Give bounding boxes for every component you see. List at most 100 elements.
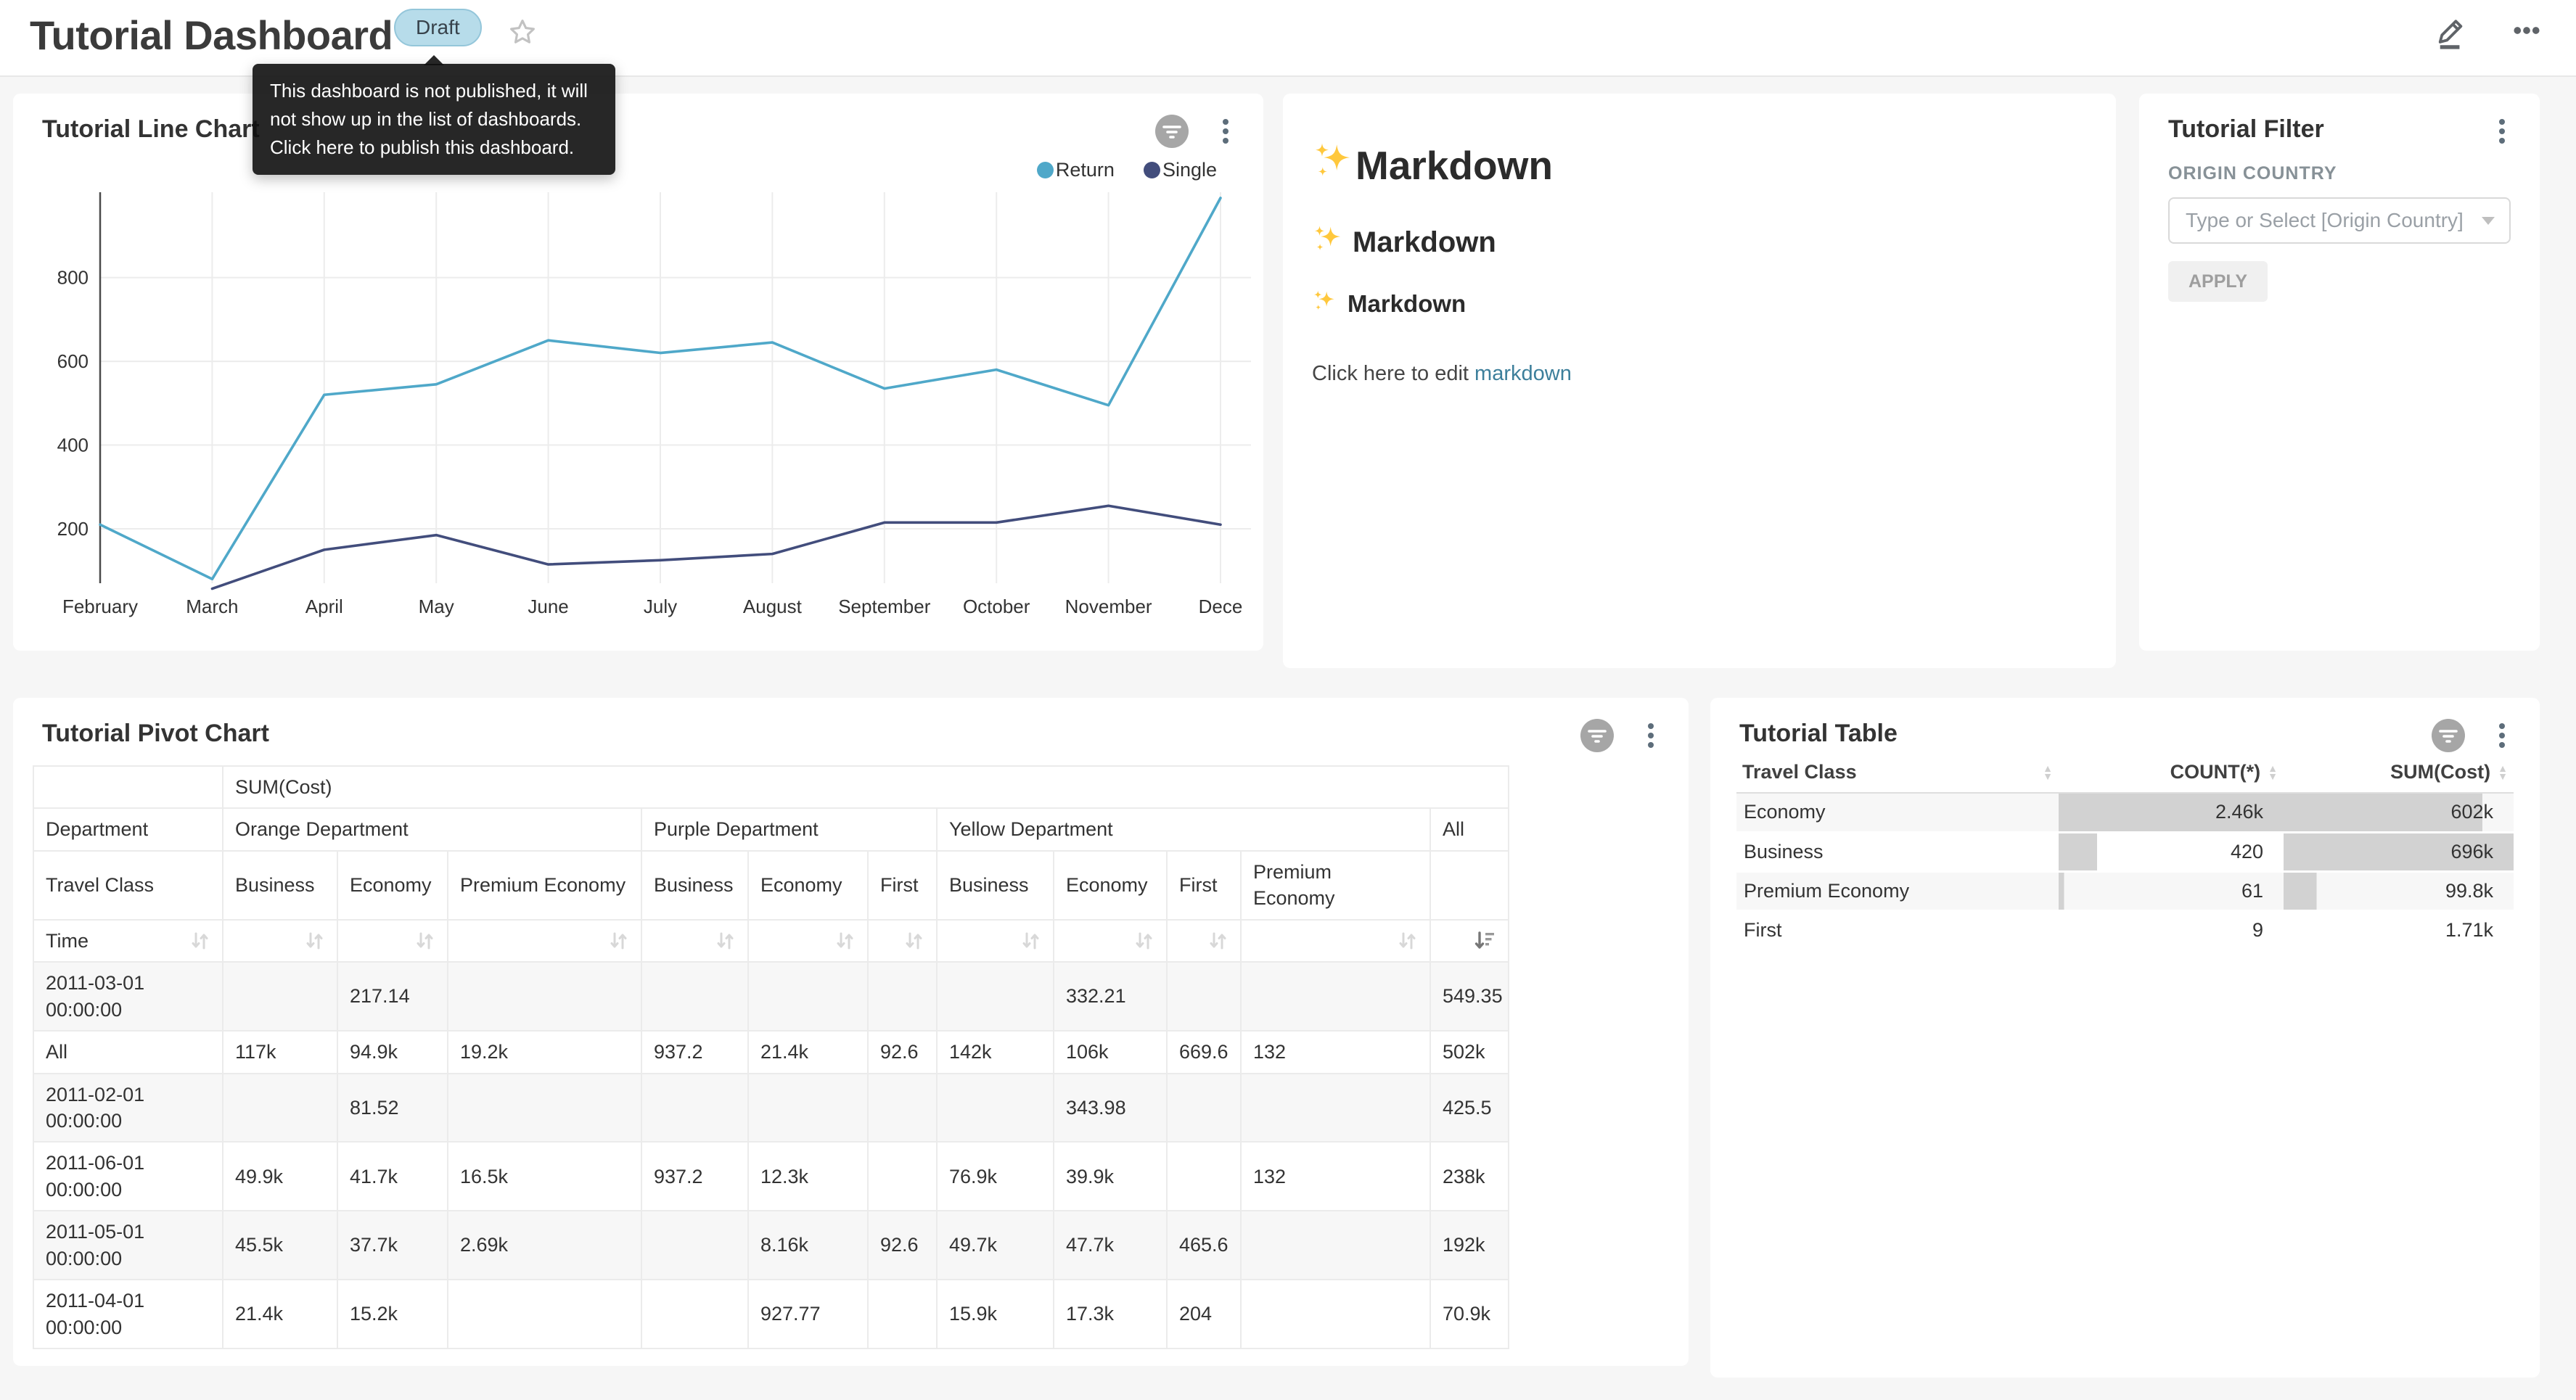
pivot-cell <box>641 1211 748 1280</box>
pivot-cell: 19.2k <box>448 1031 641 1073</box>
origin-country-select[interactable]: Type or Select [Origin Country] <box>2168 197 2511 244</box>
pivot-cell <box>937 1074 1054 1142</box>
pivot-class-header: Premium Economy <box>448 851 641 920</box>
edit-markdown-link[interactable]: markdown <box>1474 362 1572 385</box>
draft-status-badge[interactable]: Draft <box>394 9 482 46</box>
pivot-cell <box>641 962 748 1031</box>
pivot-time-row-label: Time <box>33 920 223 962</box>
pivot-cell: 117k <box>223 1031 337 1073</box>
pivot-cell: 47.7k <box>1054 1211 1167 1280</box>
filter-badge-icon[interactable] <box>1577 715 1617 756</box>
legend-item-return[interactable]: Return <box>1037 159 1115 181</box>
column-sorter-icon[interactable]: ▲▼ <box>2498 765 2508 781</box>
pivot-class-header: First <box>868 851 937 920</box>
pivot-class-header <box>1430 851 1509 920</box>
column-header-travel-class[interactable]: Travel Class▲▼ <box>1736 752 2059 793</box>
sort-icon[interactable] <box>834 931 856 951</box>
svg-text:400: 400 <box>57 435 89 456</box>
pivot-cell <box>223 962 337 1031</box>
pivot-sort-cell <box>1430 920 1509 962</box>
table-card-title: Tutorial Table <box>1739 720 1898 748</box>
markdown-h2-text: Markdown <box>1353 226 1496 259</box>
travel-class-cell: Business <box>1736 832 2059 871</box>
sort-icon[interactable] <box>189 931 210 951</box>
kebab-menu-icon[interactable] <box>2482 715 2522 756</box>
pivot-cell: 937.2 <box>641 1142 748 1211</box>
pivot-sort-cell <box>1167 920 1241 962</box>
pivot-sort-cell <box>1241 920 1430 962</box>
sparkles-icon <box>1312 289 1339 318</box>
pivot-cell: 21.4k <box>223 1280 337 1348</box>
sort-icon[interactable] <box>1396 931 1418 951</box>
table-row: Economy 2.46k 602k <box>1736 793 2514 832</box>
pivot-cell <box>223 1074 337 1142</box>
table-card: Tutorial Table Travel Class▲▼ COUNT(*)▲▼… <box>1710 698 2540 1378</box>
pivot-corner-cell <box>33 766 223 808</box>
pivot-class-row-label: Travel Class <box>33 851 223 920</box>
table-header-row: Travel Class▲▼ COUNT(*)▲▼ SUM(Cost)▲▼ <box>1736 752 2514 793</box>
pivot-data-row: All117k94.9k19.2k937.221.4k92.6142k106k6… <box>33 1031 1509 1073</box>
pivot-chart-title: Tutorial Pivot Chart <box>42 720 269 748</box>
pivot-cell: 49.9k <box>223 1142 337 1211</box>
edit-dashboard-icon[interactable] <box>2431 10 2472 51</box>
sort-descending-icon[interactable] <box>1473 931 1496 951</box>
sort-icon[interactable] <box>1133 931 1154 951</box>
legend-item-single[interactable]: Single <box>1144 159 1217 181</box>
sort-icon[interactable] <box>903 931 924 951</box>
pivot-cell: 343.98 <box>1054 1074 1167 1142</box>
more-options-icon[interactable] <box>2506 10 2547 51</box>
tooltip-line: This dashboard is not published, it will <box>270 77 598 105</box>
pivot-cell: 37.7k <box>337 1211 448 1280</box>
publish-tooltip: This dashboard is not published, it will… <box>253 64 615 175</box>
column-header-sum-cost[interactable]: SUM(Cost)▲▼ <box>2284 752 2514 793</box>
pivot-data-row: 2011-04-01 00:00:0021.4k15.2k927.7715.9k… <box>33 1280 1509 1348</box>
column-sorter-icon[interactable]: ▲▼ <box>2043 765 2053 781</box>
legend-label: Return <box>1056 159 1115 181</box>
count-cell: 420 <box>2059 832 2284 871</box>
pivot-cell: 204 <box>1167 1280 1241 1348</box>
pivot-cell: 8.16k <box>748 1211 868 1280</box>
pivot-cell: 17.3k <box>1054 1280 1167 1348</box>
pivot-cell: 39.9k <box>1054 1142 1167 1211</box>
pivot-class-header: First <box>1167 851 1241 920</box>
pivot-cell: 15.2k <box>337 1280 448 1348</box>
markdown-h1-text: Markdown <box>1355 142 1553 189</box>
pivot-cell: 927.77 <box>748 1280 868 1348</box>
pivot-cell <box>448 1280 641 1348</box>
sort-icon[interactable] <box>1020 931 1041 951</box>
pivot-cell <box>748 1074 868 1142</box>
column-sorter-icon[interactable]: ▲▼ <box>2268 765 2278 781</box>
legend-label: Single <box>1162 159 1217 181</box>
sort-icon[interactable] <box>714 931 736 951</box>
svg-text:July: July <box>644 596 677 617</box>
sort-icon[interactable] <box>1207 931 1228 951</box>
pivot-cell: 332.21 <box>1054 962 1167 1031</box>
filter-badge-icon[interactable] <box>2428 715 2469 756</box>
svg-text:200: 200 <box>57 518 89 540</box>
pivot-sort-cell <box>868 920 937 962</box>
count-cell: 61 <box>2059 871 2284 910</box>
pivot-cell: 21.4k <box>748 1031 868 1073</box>
tooltip-arrow <box>424 55 444 65</box>
pivot-cell: 142k <box>937 1031 1054 1073</box>
pivot-data-row: 2011-02-01 00:00:0081.52343.98425.5 <box>33 1074 1509 1142</box>
pivot-cell <box>641 1074 748 1142</box>
sum-cell: 1.71k <box>2284 910 2514 950</box>
kebab-menu-icon[interactable] <box>1630 715 1671 756</box>
pivot-row-label: 2011-03-01 00:00:00 <box>33 962 223 1031</box>
sort-icon[interactable] <box>607 931 629 951</box>
favorite-star-icon[interactable] <box>502 12 543 52</box>
svg-text:800: 800 <box>57 267 89 289</box>
sort-icon[interactable] <box>414 931 435 951</box>
apply-filter-button[interactable]: APPLY <box>2168 261 2268 302</box>
line-chart-card: Tutorial Line Chart Return Single 20 <box>13 94 1263 651</box>
pivot-table: SUM(Cost) DepartmentOrange DepartmentPur… <box>33 765 1509 1349</box>
pivot-class-header: Economy <box>748 851 868 920</box>
pivot-sort-cell <box>448 920 641 962</box>
svg-text:November: November <box>1065 596 1152 617</box>
column-header-count[interactable]: COUNT(*)▲▼ <box>2059 752 2284 793</box>
sort-icon[interactable] <box>303 931 325 951</box>
kebab-menu-icon[interactable] <box>2482 111 2522 152</box>
tutorial-table: Travel Class▲▼ COUNT(*)▲▼ SUM(Cost)▲▼ Ec… <box>1736 752 2514 951</box>
pivot-row-label: 2011-06-01 00:00:00 <box>33 1142 223 1211</box>
